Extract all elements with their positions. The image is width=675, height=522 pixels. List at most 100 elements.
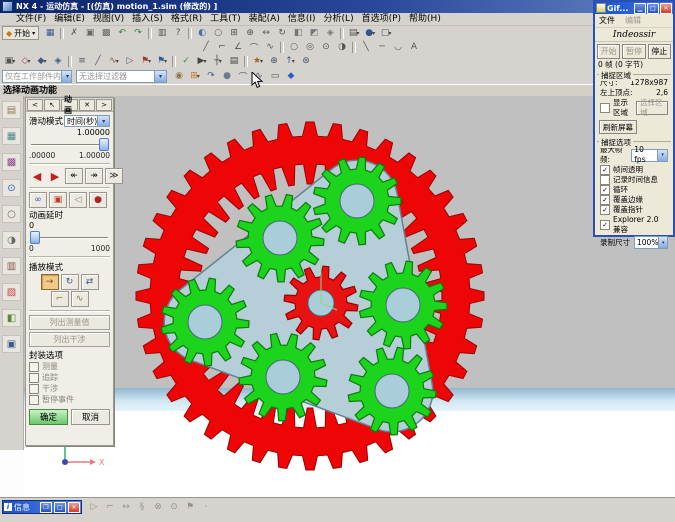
checkbox-unchecked[interactable] bbox=[29, 373, 39, 383]
menu-item-2[interactable]: 视图(V) bbox=[89, 13, 128, 25]
delay-slider-thumb[interactable] bbox=[30, 231, 40, 244]
motion-marker-icon[interactable]: ◈ bbox=[50, 54, 66, 68]
record-size-combo[interactable]: 100% ▾ bbox=[634, 236, 668, 249]
top-view-icon[interactable]: ◩ bbox=[306, 26, 322, 40]
checkbox-checked[interactable]: ✓ bbox=[600, 165, 610, 175]
sketch-spline-icon[interactable]: ∿ bbox=[262, 40, 278, 54]
nav-back-button[interactable]: < bbox=[27, 99, 43, 111]
play-forward-button[interactable]: ▶ bbox=[47, 169, 63, 183]
sketch-text-icon[interactable]: A bbox=[406, 40, 422, 54]
wireframe-view-icon[interactable]: ○ bbox=[210, 26, 226, 40]
maximize-icon[interactable]: □ bbox=[54, 502, 66, 513]
play-loop-button[interactable]: ↻ bbox=[61, 274, 79, 290]
info-icon[interactable]: ⊙ bbox=[2, 179, 21, 197]
fps-combo[interactable]: 10 fps ▾ bbox=[631, 149, 668, 162]
checkbox-unchecked[interactable] bbox=[600, 175, 610, 185]
cut-icon[interactable]: ✗ bbox=[66, 26, 82, 40]
component-icon[interactable]: ⊙ bbox=[167, 501, 181, 514]
checkbox-checked[interactable]: ✓ bbox=[600, 205, 610, 215]
fit-view-icon[interactable]: ⊞ bbox=[226, 26, 242, 40]
go-to-end-button[interactable]: ≫ bbox=[105, 168, 123, 184]
sketch-point-circle-icon[interactable]: ⊙ bbox=[318, 40, 334, 54]
menu-item-1[interactable]: 编辑(E) bbox=[50, 13, 89, 25]
materials-icon[interactable]: ◧ bbox=[2, 309, 21, 327]
checkbox-unchecked[interactable] bbox=[29, 395, 39, 405]
motion-spreadsheet-icon[interactable]: ▤ bbox=[226, 54, 242, 68]
move-icon[interactable]: ↔ bbox=[119, 501, 133, 514]
layer-icon[interactable]: ▤▾ bbox=[346, 26, 362, 40]
motion-solve-icon[interactable]: ✓ bbox=[178, 54, 194, 68]
sketch-arc-icon[interactable]: ⌒ bbox=[246, 40, 262, 54]
attach-icon[interactable]: § bbox=[135, 501, 149, 514]
motion-target-icon[interactable]: ⊕ bbox=[266, 54, 282, 68]
sketch-line-icon[interactable]: ╱ bbox=[198, 40, 214, 54]
chain-link-button[interactable]: ∞ bbox=[29, 192, 47, 208]
arc-select-icon[interactable]: ⌒ bbox=[235, 69, 251, 83]
list-interference-button[interactable]: 列出干涉 bbox=[29, 332, 110, 347]
front-view-icon[interactable]: ◧ bbox=[290, 26, 306, 40]
assembly-navigator-icon[interactable]: ▩ bbox=[2, 153, 21, 171]
capture-stop-button[interactable]: 停止 bbox=[648, 44, 671, 59]
motion-graph-icon[interactable]: ┼▾ bbox=[210, 54, 226, 68]
motion-measure-icon[interactable]: ≡ bbox=[74, 54, 90, 68]
capture-start-button[interactable]: 开始 bbox=[597, 44, 620, 59]
sound-button[interactable]: ◁ bbox=[69, 192, 87, 208]
motion-joint-icon[interactable]: ◆▾ bbox=[34, 54, 50, 68]
history-icon[interactable]: ○ bbox=[2, 205, 21, 223]
clock-icon[interactable]: ◑ bbox=[2, 231, 21, 249]
motion-link-icon[interactable]: ◇▾ bbox=[18, 54, 34, 68]
close-icon[interactable]: ✕ bbox=[68, 502, 80, 513]
rotate-view-icon[interactable]: ↻ bbox=[274, 26, 290, 40]
chevron-down-icon[interactable]: ▾ bbox=[154, 71, 166, 82]
slide-mode-combo[interactable]: 时间(秒) ▾ bbox=[64, 115, 110, 127]
close-icon[interactable]: ✕ bbox=[79, 99, 95, 111]
sphere-select-icon[interactable]: ● bbox=[219, 69, 235, 83]
drag-mode-button[interactable]: ∿ bbox=[71, 291, 89, 307]
step-forward-button[interactable]: ↠ bbox=[85, 168, 103, 184]
open-gif-icon[interactable]: ◆ bbox=[283, 69, 299, 83]
motion-mechanism-icon[interactable]: ★▾ bbox=[250, 54, 266, 68]
time-slider-thumb[interactable] bbox=[99, 138, 109, 151]
menu-item-6[interactable]: 装配(A) bbox=[245, 13, 284, 25]
export-movie-button[interactable]: ▣ bbox=[49, 192, 67, 208]
gif-title-bar[interactable]: Gif... ▁ □ ✕ bbox=[595, 2, 673, 14]
palette-icon[interactable]: ▦ bbox=[2, 127, 21, 145]
gif-menu-edit[interactable]: 编辑 bbox=[625, 15, 641, 26]
motion-torque-flag-icon[interactable]: ⚑▾ bbox=[154, 54, 170, 68]
list-measurements-button[interactable]: 列出测量值 bbox=[29, 315, 110, 330]
checkbox-unchecked[interactable] bbox=[29, 362, 39, 372]
sketch-circle-icon[interactable]: ○ bbox=[286, 40, 302, 54]
planet-hub-1[interactable] bbox=[340, 184, 374, 218]
menu-item-4[interactable]: 格式(R) bbox=[167, 13, 206, 25]
motion-force-flag-icon[interactable]: ⚑▾ bbox=[138, 54, 154, 68]
chevron-down-icon[interactable]: ▾ bbox=[61, 71, 72, 82]
chevron-down-icon[interactable]: ▾ bbox=[97, 116, 109, 126]
zoom-view-icon[interactable]: ⊕ bbox=[242, 26, 258, 40]
rect-select-icon[interactable]: ▭ bbox=[267, 69, 283, 83]
delay-slider[interactable] bbox=[29, 231, 110, 243]
start-button[interactable]: ◆ 开始 ▾ bbox=[2, 26, 39, 40]
copy-icon[interactable]: ▣ bbox=[82, 26, 98, 40]
sketch-diagonal-icon[interactable]: ╲ bbox=[358, 40, 374, 54]
ok-button[interactable]: 确定 bbox=[29, 409, 68, 425]
pan-view-icon[interactable]: ↔ bbox=[258, 26, 274, 40]
checkbox-checked[interactable]: ✓ bbox=[600, 220, 610, 230]
planet-hub-2[interactable] bbox=[263, 221, 297, 255]
highlight-icon[interactable]: ◉ bbox=[171, 69, 187, 83]
snap-point-icon[interactable]: ⊞▾ bbox=[187, 69, 203, 83]
selection-filter-combo[interactable]: 无选择过滤器 ▾ bbox=[76, 70, 167, 83]
menu-item-8[interactable]: 分析(L) bbox=[320, 13, 358, 25]
step-back-button[interactable]: ↞ bbox=[65, 168, 83, 184]
chevron-down-icon[interactable]: ▾ bbox=[657, 150, 667, 161]
mate-icon[interactable]: ⊗ bbox=[151, 501, 165, 514]
print-icon[interactable]: ▥ bbox=[154, 26, 170, 40]
wrench-icon[interactable]: ⌐ bbox=[103, 501, 117, 514]
menu-item-0[interactable]: 文件(F) bbox=[12, 13, 50, 25]
play-reverse-button[interactable]: ◀ bbox=[29, 169, 45, 183]
play-once-button[interactable]: → bbox=[41, 274, 59, 290]
planet-hub-3[interactable] bbox=[188, 305, 222, 339]
nav-forward-button[interactable]: > bbox=[96, 99, 112, 111]
motion-gear-icon[interactable]: ⊛ bbox=[298, 54, 314, 68]
articulation-button[interactable]: ⌐ bbox=[51, 291, 69, 307]
restore-icon[interactable]: ❐ bbox=[40, 502, 52, 513]
